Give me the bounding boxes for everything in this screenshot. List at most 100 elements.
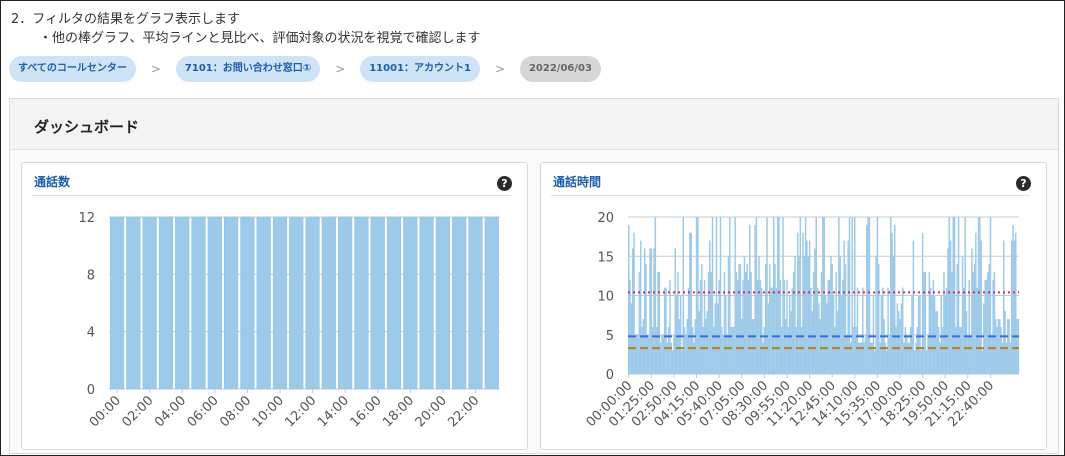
bar-15:00 [354, 216, 369, 390]
bar-07:25:00 [746, 264, 748, 374]
bar-07:00:00 [739, 264, 742, 374]
bar-21:10:00 [965, 311, 968, 374]
bar-12:35:00 [828, 279, 831, 374]
bar-17:45:00 [911, 295, 913, 374]
bar-03:30:00 [683, 326, 686, 374]
bar-22:05:00 [980, 240, 982, 374]
bar-12:25:00 [826, 303, 828, 374]
breadcrumb-separator: > [335, 62, 346, 76]
bar-18:55:00 [929, 287, 932, 374]
bar-02:35:00 [669, 279, 671, 374]
bar-06:15:00 [727, 256, 730, 374]
x-tick-label: 02:00 [119, 393, 156, 430]
bar-05:50:00 [721, 326, 723, 374]
bar-21:35:00 [972, 271, 974, 374]
bar-23:20:00 [1000, 326, 1002, 374]
bar-15:40:00 [878, 264, 880, 374]
bar-19:20:00 [936, 311, 939, 374]
bar-18:45:00 [927, 334, 929, 374]
bar-00:55:00 [642, 319, 645, 374]
bar-11:35:00 [812, 271, 815, 374]
bar-17:00:00 [899, 319, 901, 374]
bar-06:00:00 [723, 271, 726, 374]
bar-05:55:00 [722, 334, 724, 374]
bar-16:25:00 [889, 217, 892, 374]
bar-10:40:00 [798, 256, 800, 374]
bar-21:15:00 [967, 334, 969, 374]
bar-11:00:00 [803, 256, 806, 374]
instruction-line-1: 2．フィルタの結果をグラフ表示します [11, 12, 241, 27]
x-tick-label: 00:00 [87, 393, 124, 430]
bar-04:30:00 [699, 279, 702, 374]
bar-21:00:00 [963, 287, 965, 374]
dashboard-panel: ダッシュボード 通話数 ? 0 4 8 12 00:00 02:00 04:00 06:00 0… [9, 98, 1059, 454]
x-tick-label: 12:00 [282, 393, 319, 430]
bar-12:30:00 [827, 279, 829, 374]
bar-14:00:00 [851, 217, 853, 374]
breadcrumb-separator: > [150, 62, 161, 76]
bar-15:00:00 [867, 217, 869, 374]
bar-18:50:00 [928, 271, 931, 374]
bar-14:00 [338, 216, 353, 390]
bar-16:30:00 [891, 232, 893, 374]
bar-04:10:00 [694, 319, 696, 374]
bar-09:00 [256, 216, 271, 390]
bar-01:40:00 [654, 217, 657, 374]
bar-08:30:00 [763, 326, 766, 374]
bar-00:00 [109, 216, 125, 390]
bar-16:20:00 [888, 334, 891, 374]
bar-01:45:00 [655, 326, 658, 374]
bar-07:35:00 [749, 224, 751, 374]
bar-02:00 [142, 216, 157, 390]
bar-22:30:00 [987, 271, 989, 374]
bar-08:45:00 [767, 303, 770, 374]
bar-22:55:00 [993, 271, 996, 374]
bar-05:40:00 [718, 279, 720, 374]
breadcrumb-account[interactable]: 11001：アカウント1 [360, 56, 480, 82]
bar-21:45:00 [975, 232, 977, 374]
bar-05:15:00 [711, 217, 714, 374]
bar-03:10:00 [678, 319, 681, 374]
bar-14:10:00 [854, 217, 856, 374]
bar-16:00 [370, 216, 385, 390]
bar-20:35:00 [956, 264, 958, 374]
bar-18:20:00 [920, 350, 923, 374]
bar-21:00 [452, 216, 467, 390]
bar-08:00 [240, 216, 255, 390]
bar-05:25:00 [714, 303, 716, 374]
y-tick-label: 4 [87, 326, 95, 341]
bar-17:40:00 [909, 326, 912, 374]
bar-10:50:00 [800, 326, 803, 374]
bar-12:00 [305, 216, 320, 390]
bar-08:15:00 [759, 279, 762, 374]
bar-18:25:00 [921, 232, 924, 374]
bar-07:50:00 [753, 319, 755, 374]
bar-04:50:00 [705, 319, 707, 374]
bar-19:25:00 [937, 326, 940, 374]
bar-01:10:00 [646, 334, 649, 374]
breadcrumb-inquiry-desk[interactable]: 7101：お問い合わせ窓口① [175, 56, 321, 82]
bar-03:25:00 [682, 217, 685, 374]
bar-01:00 [126, 216, 141, 390]
bar-00:25:00 [634, 334, 637, 374]
bar-19:40:00 [941, 326, 944, 374]
bar-04:40:00 [702, 326, 704, 374]
bar-21:05:00 [964, 217, 966, 374]
bar-22:20:00 [984, 279, 986, 374]
bar-23:45:00 [1007, 319, 1009, 374]
y-tick-label: 8 [87, 268, 95, 283]
bar-05:00:00 [707, 271, 710, 374]
bar-09:55:00 [786, 279, 788, 374]
bar-12:10:00 [822, 217, 824, 374]
bar-18:35:00 [924, 271, 927, 374]
bar-18:10:00 [917, 295, 920, 374]
bar-16:40:00 [893, 224, 896, 374]
bar-07:30:00 [747, 279, 750, 374]
bar-11:15:00 [807, 256, 810, 374]
bar-04:00 [175, 216, 190, 390]
bar-02:00:00 [659, 342, 662, 374]
bar-10:05:00 [788, 295, 791, 374]
bar-13:15:00 [839, 256, 841, 374]
breadcrumb-all-call-centers[interactable]: すべてのコールセンター [9, 56, 136, 82]
bar-16:15:00 [887, 287, 889, 374]
